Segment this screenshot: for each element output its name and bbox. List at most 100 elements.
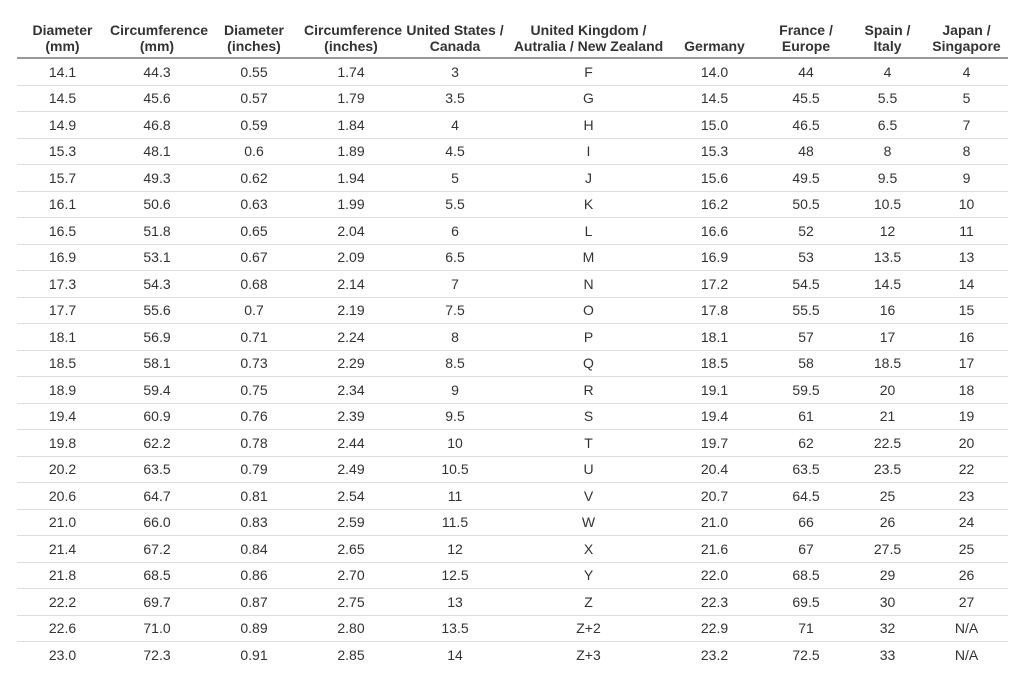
table-cell: 45.5 — [762, 84, 850, 112]
table-cell: 33 — [850, 641, 925, 668]
table-cell: 52 — [762, 217, 850, 244]
table-cell: 14 — [400, 641, 510, 668]
table-cell: 4 — [883, 63, 892, 80]
table-cell: 14.5 — [17, 84, 108, 112]
table-cell: 23.5 — [850, 455, 925, 483]
table-cell: 6.5 — [400, 243, 510, 271]
table-cell: 72.5 — [762, 641, 850, 668]
table-cell: 16 — [850, 296, 925, 324]
table-cell: 17 — [850, 323, 925, 350]
table-cell: 44.3 — [143, 63, 171, 80]
table-cell: 22.3 — [667, 588, 762, 615]
table-cell: 18.1 — [17, 323, 108, 350]
table-cell: Z — [510, 588, 667, 615]
table-cell: 50.6 — [108, 190, 206, 218]
table-row: 15.7 49.3 0.62 1.94 5 J 15.6 49.5 9.5 9 — [17, 164, 1008, 191]
ring-size-table: Diameter (mm) Circumference (mm) Diameter (in… — [17, 21, 1008, 668]
column-header: Germany — [667, 21, 762, 59]
table-cell: 26 — [925, 561, 1008, 589]
table-cell: 2.65 — [302, 535, 400, 562]
table-cell: 0.59 — [206, 111, 302, 138]
table-cell: 10 — [400, 429, 510, 456]
table-cell: 68.5 — [762, 561, 850, 589]
column-header-line: Italy — [873, 38, 902, 54]
table-cell: 53.1 — [108, 243, 206, 271]
table-cell: 1.74 — [337, 63, 365, 80]
column-header-line: Canada — [429, 38, 481, 54]
table-cell: 12 — [400, 535, 510, 562]
table-row: 17.3 54.3 0.68 2.14 7 N 17.2 54.5 14.5 14 — [17, 270, 1008, 297]
table-cell: 2.80 — [302, 614, 400, 642]
table-cell: 22.0 — [667, 561, 762, 589]
table-cell: 21.0 — [17, 508, 108, 536]
table-cell: 16.9 — [667, 243, 762, 271]
table-cell: 0.57 — [206, 84, 302, 112]
table-cell: 0.62 — [206, 164, 302, 191]
table-row: 20.6 64.7 0.81 2.54 11 V 20.7 64.5 25 23 — [17, 482, 1008, 509]
table-cell: 17.3 — [17, 270, 108, 297]
table-cell: 21 — [850, 402, 925, 430]
table-cell: 9.5 — [850, 164, 925, 191]
table-cell: 48 — [762, 137, 850, 165]
column-header-line: Circumference — [110, 22, 209, 38]
table-cell: 19.1 — [667, 376, 762, 403]
table-cell: 63.5 — [108, 455, 206, 483]
table-cell: 71.0 — [108, 614, 206, 642]
table-cell: 30 — [850, 588, 925, 615]
table-cell: 2.04 — [302, 217, 400, 244]
table-cell: 14.5 — [667, 84, 762, 112]
table-cell: 2.39 — [302, 402, 400, 430]
table-cell: 23 — [925, 482, 1008, 509]
table-cell: 66 — [762, 508, 850, 536]
table-cell: 13 — [400, 588, 510, 615]
table-row: 19.8 62.2 0.78 2.44 10 T 19.7 62 22.5 20 — [17, 429, 1008, 456]
column-header-line: Singapore — [932, 38, 1001, 54]
table-cell: 2.70 — [302, 561, 400, 589]
table-cell: Z+2 — [510, 614, 667, 642]
table-cell: 16.5 — [17, 217, 108, 244]
table-cell: 20 — [925, 429, 1008, 456]
table-cell: 1.89 — [302, 137, 400, 165]
table-row: 16.1 50.6 0.63 1.99 5.5 K 16.2 50.5 10.5 10 — [17, 190, 1008, 218]
table-row: 18.9 59.4 0.75 2.34 9 R 19.1 59.5 20 18 — [17, 376, 1008, 403]
table-cell: 7.5 — [400, 296, 510, 324]
table-cell: 10.5 — [850, 190, 925, 218]
table-cell: 0.63 — [206, 190, 302, 218]
table-cell: 15.7 — [17, 164, 108, 191]
table-cell: M — [510, 243, 667, 271]
table-cell: 46.5 — [762, 111, 850, 138]
table-cell: 25 — [850, 482, 925, 509]
table-cell: 11.5 — [400, 508, 510, 536]
table-cell: 2.49 — [302, 455, 400, 483]
table-cell: 19.4 — [667, 402, 762, 430]
table-cell: 15.3 — [667, 137, 762, 165]
table-cell: 19 — [925, 402, 1008, 430]
table-cell: 55.6 — [108, 296, 206, 324]
column-header-line: United States / — [406, 22, 504, 38]
table-cell: 50.5 — [762, 190, 850, 218]
table-cell: G — [510, 84, 667, 112]
table-row: 23.0 72.3 0.91 2.85 14 Z+3 23.2 72.5 33 N/A — [17, 641, 1008, 668]
table-cell: N/A — [925, 614, 1008, 642]
column-header-line: Diameter — [32, 22, 93, 38]
table-row: 16.5 51.8 0.65 2.04 6 L 16.6 52 12 11 — [17, 217, 1008, 244]
table-cell: 54.5 — [762, 270, 850, 297]
table-cell: 58.1 — [108, 349, 206, 377]
table-cell: 17.8 — [667, 296, 762, 324]
table-cell: 0.68 — [206, 270, 302, 297]
table-cell: P — [510, 323, 667, 350]
table-cell: 67.2 — [108, 535, 206, 562]
header-row: Diameter (mm) Circumference (mm) Diameter (in… — [17, 21, 1008, 59]
column-header-line: Autralia / New Zealand — [513, 38, 664, 54]
table-cell: N/A — [925, 641, 1008, 668]
table-cell: 15.0 — [667, 111, 762, 138]
table-cell: 72.3 — [108, 641, 206, 668]
table-row: 21.0 66.0 0.83 2.59 11.5 W 21.0 66 26 24 — [17, 508, 1008, 536]
table-cell: 18.5 — [667, 349, 762, 377]
table-cell: J — [510, 164, 667, 191]
table-cell: 22 — [925, 455, 1008, 483]
table-cell: 13.5 — [850, 243, 925, 271]
column-header: United States / Canada — [400, 21, 510, 59]
table-cell: 4.5 — [400, 137, 510, 165]
table-row: 14.5 45.6 0.57 1.79 3.5 G 14.5 45.5 5.5 5 — [17, 84, 1008, 112]
